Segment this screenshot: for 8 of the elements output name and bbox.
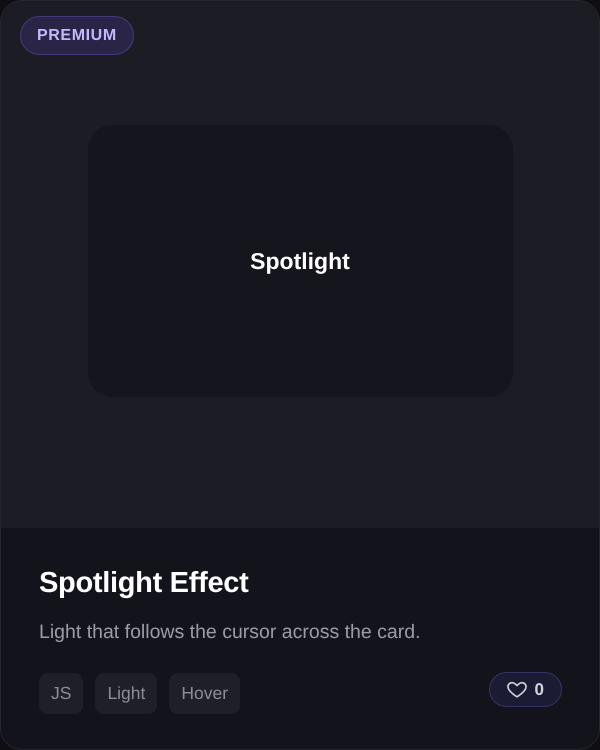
card-description: Light that follows the cursor across the card. xyxy=(39,620,422,645)
demo-label: Spotlight xyxy=(250,248,350,274)
tag-chip: Light xyxy=(95,673,158,714)
tag-chip: JS xyxy=(39,673,84,714)
tag-chip: Hover xyxy=(169,673,240,714)
card-title: Spotlight Effect xyxy=(39,566,250,600)
premium-badge: PREMIUM xyxy=(20,16,134,55)
like-button[interactable]: 0 xyxy=(488,672,562,707)
